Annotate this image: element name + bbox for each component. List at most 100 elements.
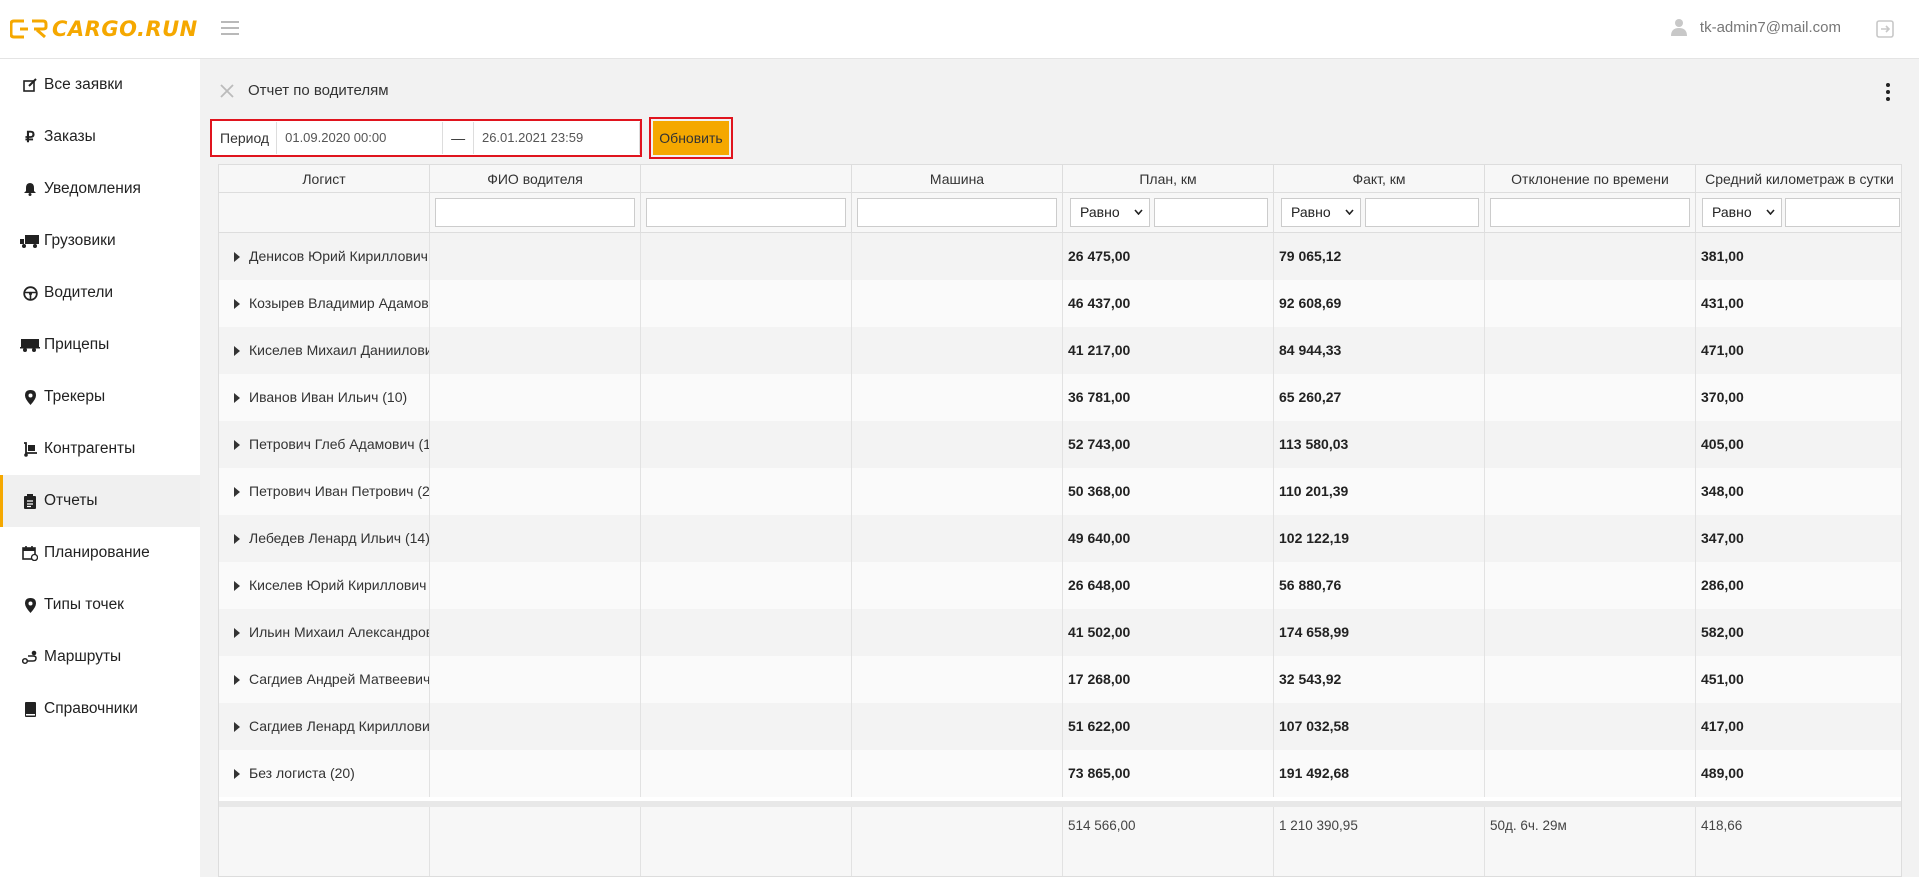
plan-km-cell: 36 781,00 xyxy=(1063,374,1274,421)
sidebar-item-routes[interactable]: Маршруты xyxy=(0,631,200,683)
sidebar-item-notifications[interactable]: Уведомления xyxy=(0,163,200,215)
table-row[interactable]: Петрович Иван Петрович (2 50 368,00 110 … xyxy=(219,468,1901,515)
expand-icon[interactable] xyxy=(234,534,240,544)
empty-cell xyxy=(852,468,1063,515)
column-header-fact-km[interactable]: Факт, км xyxy=(1274,165,1485,193)
expand-icon[interactable] xyxy=(234,252,240,262)
empty-cell xyxy=(641,374,852,421)
plan-km-cell: 26 648,00 xyxy=(1063,562,1274,609)
sidebar-item-orders[interactable]: ₽ Заказы xyxy=(0,111,200,163)
user-menu[interactable]: tk-admin7@mail.com xyxy=(1670,18,1841,36)
close-icon[interactable] xyxy=(220,83,234,98)
deviation-cell xyxy=(1485,515,1696,562)
expand-icon[interactable] xyxy=(234,487,240,497)
filter-cell: Равно xyxy=(1274,193,1485,233)
empty-cell xyxy=(430,468,641,515)
column-header-vehicle[interactable]: Машина xyxy=(852,165,1063,193)
logist-cell: Иванов Иван Ильич (10) xyxy=(219,374,430,421)
column3-filter-input[interactable] xyxy=(646,198,846,227)
avg-km-cell: 431,00 xyxy=(1701,295,1744,311)
menu-toggle-icon[interactable] xyxy=(221,21,239,37)
empty-cell xyxy=(852,515,1063,562)
expand-icon[interactable] xyxy=(234,440,240,450)
sidebar-item-label: Прицепы xyxy=(44,336,110,353)
user-email: tk-admin7@mail.com xyxy=(1699,18,1841,36)
book-icon xyxy=(20,700,40,718)
avg-km-cell: 348,00 xyxy=(1701,483,1744,499)
expand-icon[interactable] xyxy=(234,769,240,779)
logout-icon[interactable] xyxy=(1875,19,1895,39)
fact-filter-input[interactable] xyxy=(1365,198,1479,227)
sidebar-item-directories[interactable]: Справочники xyxy=(0,683,200,735)
fact-filter-operator-select[interactable]: Равно xyxy=(1281,198,1361,227)
plan-filter-operator-select[interactable]: Равно xyxy=(1070,198,1150,227)
table-row[interactable]: Киселев Юрий Кириллович ( 26 648,00 56 8… xyxy=(219,562,1901,609)
filter-cell: Равно xyxy=(1063,193,1274,233)
select-value: Равно xyxy=(1712,204,1752,220)
more-options-icon[interactable] xyxy=(1885,83,1891,101)
sidebar-item-trackers[interactable]: Трекеры xyxy=(0,371,200,423)
expand-icon[interactable] xyxy=(234,346,240,356)
avg-filter-input[interactable] xyxy=(1785,198,1900,227)
drivers-report-table: Логист ФИО водителя Машина План, км Факт… xyxy=(218,164,1902,877)
table-row[interactable]: Петрович Глеб Адамович (1 52 743,00 113 … xyxy=(219,421,1901,468)
avg-km-cell: 417,00 xyxy=(1701,718,1744,734)
edit-icon xyxy=(20,76,40,94)
sidebar-item-planning[interactable]: Планирование xyxy=(0,527,200,579)
dolly-icon xyxy=(20,440,40,458)
sidebar-item-trucks[interactable]: Грузовики xyxy=(0,215,200,267)
column-header-driver[interactable]: ФИО водителя xyxy=(430,165,641,193)
filter-cell xyxy=(430,193,641,233)
sidebar-item-all-requests[interactable]: Все заявки xyxy=(0,59,200,111)
logist-cell: Лебедев Ленард Ильич (14) xyxy=(219,515,430,562)
column-header-empty[interactable] xyxy=(641,165,852,193)
table-row[interactable]: Сагдиев Ленард Кириллович 51 622,00 107 … xyxy=(219,703,1901,750)
ruble-icon: ₽ xyxy=(25,129,35,146)
column-header-time-deviation[interactable]: Отклонение по времени xyxy=(1485,165,1696,193)
deviation-filter-input[interactable] xyxy=(1490,198,1690,227)
table-row[interactable]: Иванов Иван Ильич (10) 36 781,00 65 260,… xyxy=(219,374,1901,421)
empty-cell xyxy=(641,421,852,468)
empty-cell xyxy=(430,233,641,280)
expand-icon[interactable] xyxy=(234,393,240,403)
logist-name: Лебедев Ленард Ильич (14) xyxy=(249,530,430,546)
sidebar-item-drivers[interactable]: Водители xyxy=(0,267,200,319)
expand-icon[interactable] xyxy=(234,675,240,685)
sidebar-item-trailers[interactable]: Прицепы xyxy=(0,319,200,371)
sidebar-item-reports[interactable]: Отчеты xyxy=(0,475,200,527)
sidebar-item-point-types[interactable]: Типы точек xyxy=(0,579,200,631)
sidebar-item-label: Грузовики xyxy=(44,232,116,249)
deviation-cell xyxy=(1485,750,1696,797)
table-row[interactable]: Без логиста (20) 73 865,00 191 492,68 489,0… xyxy=(219,750,1901,797)
date-from-input[interactable]: 01.09.2020 00:00 xyxy=(277,122,444,154)
table-row[interactable]: Денисов Юрий Кириллович ( 26 475,00 79 0… xyxy=(219,233,1901,280)
logo[interactable]: CARGO.RUN xyxy=(10,17,198,41)
column-header-logist[interactable]: Логист xyxy=(219,165,430,193)
period-filter: Период 01.09.2020 00:00 — 26.01.2021 23:… xyxy=(210,119,642,157)
sidebar-item-label: Справочники xyxy=(44,700,138,717)
date-to-input[interactable]: 26.01.2021 23:59 xyxy=(472,122,641,154)
sidebar-item-counterparties[interactable]: Контрагенты xyxy=(0,423,200,475)
route-icon xyxy=(20,648,40,666)
driver-filter-input[interactable] xyxy=(435,198,635,227)
table-row[interactable]: Сагдиев Андрей Матвеевич ( 17 268,00 32 … xyxy=(219,656,1901,703)
table-row[interactable]: Лебедев Ленард Ильич (14) 49 640,00 102 … xyxy=(219,515,1901,562)
expand-icon[interactable] xyxy=(234,299,240,309)
refresh-button[interactable]: Обновить xyxy=(653,121,729,155)
expand-icon[interactable] xyxy=(234,722,240,732)
table-row[interactable]: Ильин Михаил Александрович 41 502,00 174… xyxy=(219,609,1901,656)
plan-filter-input[interactable] xyxy=(1154,198,1268,227)
logist-name: Ильин Михаил Александрович xyxy=(249,624,430,640)
plan-km-cell: 52 743,00 xyxy=(1063,421,1274,468)
column-header-avg-daily-km[interactable]: Средний километраж в сутки xyxy=(1696,165,1901,193)
expand-icon[interactable] xyxy=(234,628,240,638)
vehicle-filter-input[interactable] xyxy=(857,198,1057,227)
empty-cell xyxy=(852,233,1063,280)
plan-km-cell: 26 475,00 xyxy=(1063,233,1274,280)
filter-cell xyxy=(852,193,1063,233)
expand-icon[interactable] xyxy=(234,581,240,591)
avg-filter-operator-select[interactable]: Равно xyxy=(1702,198,1782,227)
table-row[interactable]: Киселев Михаил Даниилович 41 217,00 84 9… xyxy=(219,327,1901,374)
column-header-plan-km[interactable]: План, км xyxy=(1063,165,1274,193)
table-row[interactable]: Козырев Владимир Адамович 46 437,00 92 6… xyxy=(219,280,1901,327)
